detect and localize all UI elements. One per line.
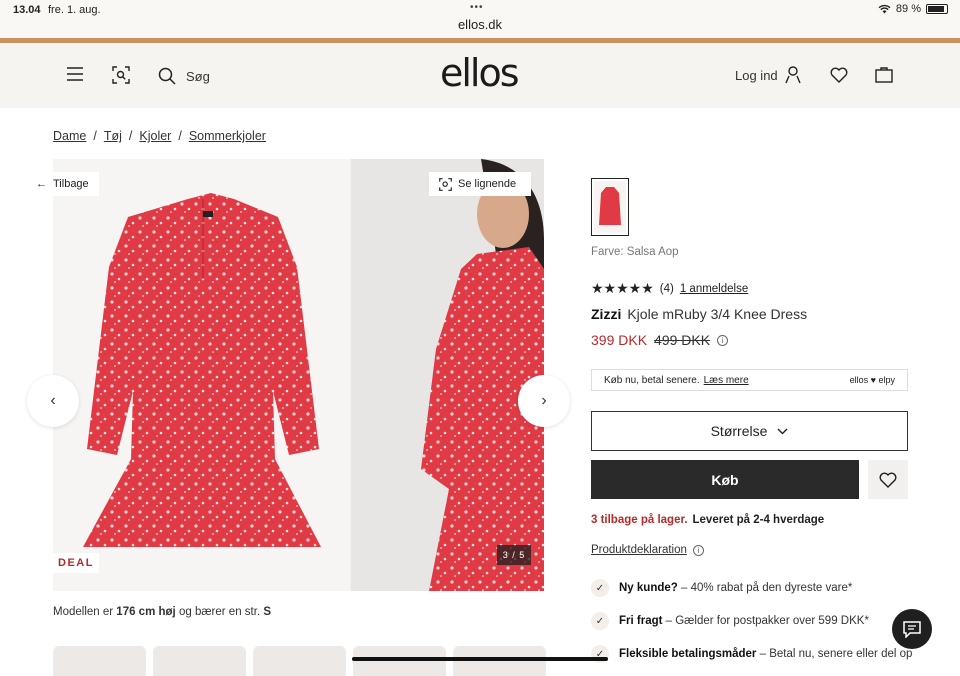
heart-icon <box>879 472 897 488</box>
site-header: Søg ellos Log ind <box>0 43 960 108</box>
check-icon: ✓ <box>591 612 609 630</box>
usp-detail: – Gælder for postpakker over 599 DKK* <box>662 615 869 627</box>
usp-detail: – Betal nu, senere eller del op <box>756 648 913 660</box>
usp-title: Fleksible betalingsmåder <box>619 648 757 660</box>
color-label: Farve: Salsa Aop <box>591 246 679 258</box>
usp-title: Ny kunde? <box>619 582 678 594</box>
rating: ★★★★★ (4) 1 anmeldelse <box>591 280 748 297</box>
rating-count: (4) <box>659 282 674 295</box>
model-note-prefix: Modellen er <box>53 606 114 618</box>
search-icon[interactable] <box>158 67 176 85</box>
breadcrumb-dame[interactable]: Dame <box>53 129 86 143</box>
see-similar-label: Se lignende <box>458 178 517 190</box>
wifi-icon <box>878 4 891 14</box>
star-rating: ★★★★★ <box>591 280 654 296</box>
model-size: S <box>263 606 272 618</box>
arrow-left-icon: ← <box>36 178 47 190</box>
thumbnail[interactable] <box>53 646 146 676</box>
product-image-model[interactable] <box>351 159 544 591</box>
image-counter: 3 / 5 <box>497 545 531 565</box>
delivery-time: Leveret på 2-4 hverdage <box>692 514 825 526</box>
model-height: 176 cm høj <box>116 606 176 618</box>
breadcrumb-separator: / <box>178 129 182 143</box>
pay-brand-logo: ellos ♥ elpy <box>849 375 895 385</box>
chat-icon <box>903 621 921 638</box>
model-note: Modellen er 176 cm høj og bærer en str. … <box>53 606 271 618</box>
current-price: 399 DKK <box>591 332 648 348</box>
battery-percent: 89 % <box>895 3 921 15</box>
battery-icon <box>926 4 948 14</box>
product-declaration-link[interactable]: Produktdeklaration <box>591 544 687 556</box>
breadcrumb-toj[interactable]: Tøj <box>104 129 122 143</box>
pay-later-box: Køb nu, betal senere. Læs mere ellos ♥ e… <box>591 369 908 391</box>
user-icon[interactable] <box>785 66 801 84</box>
reviews-link[interactable]: 1 anmeldelse <box>680 283 748 295</box>
product-gallery[interactable] <box>53 159 544 591</box>
info-icon[interactable]: i <box>692 544 704 556</box>
usp-item: ✓ Fleksible betalingsmåder – Betal nu, s… <box>591 645 912 663</box>
breadcrumb-separator: / <box>128 129 133 143</box>
product-brand[interactable]: Zizzi <box>591 306 621 322</box>
usp-text: Ny kunde? – 40% rabat på den dyreste var… <box>619 582 852 594</box>
chevron-left-icon: ‹ <box>50 392 56 409</box>
thumbnail[interactable] <box>453 646 546 676</box>
status-indicators: 89 % <box>878 3 948 15</box>
image-search-icon[interactable] <box>112 66 130 84</box>
wishlist-button[interactable] <box>868 460 908 499</box>
search-input[interactable]: Søg <box>186 69 210 84</box>
info-icon[interactable]: i <box>717 334 729 346</box>
gallery-prev-button[interactable]: ‹ <box>27 375 79 427</box>
chevron-down-icon <box>777 428 788 434</box>
check-icon: ✓ <box>591 579 609 597</box>
status-bar: 13.04 fre. 1. aug. ••• ellos.dk 89 % <box>0 0 960 38</box>
breadcrumb: Dame / Tøj / Kjoler / Sommerkjoler <box>53 129 266 143</box>
back-button[interactable]: ← Tilbage <box>28 172 99 196</box>
product-image-main[interactable] <box>53 159 350 591</box>
thumbnail[interactable] <box>153 646 246 676</box>
breadcrumb-kjoler[interactable]: Kjoler <box>139 129 171 143</box>
address-bar[interactable]: ellos.dk <box>0 17 960 32</box>
usp-item: ✓ Fri fragt – Gælder for postpakker over… <box>591 612 869 630</box>
chevron-right-icon: › <box>541 392 547 409</box>
thumbnail[interactable] <box>353 646 446 676</box>
pay-later-text: Køb nu, betal senere. <box>604 374 700 386</box>
price: 399 DKK 499 DKK i <box>591 332 729 348</box>
product-title: Zizzi Kjole mRuby 3/4 Knee Dress <box>591 306 807 322</box>
thumbnail[interactable] <box>253 646 346 676</box>
color-swatch[interactable] <box>591 178 629 236</box>
status-time: 13.04 <box>13 4 41 16</box>
image-search-icon <box>439 177 452 191</box>
stock-count: 3 tilbage på lager. <box>591 514 688 526</box>
product-name: Kjole mRuby 3/4 Knee Dress <box>627 306 808 322</box>
model-note-mid: og bærer en str. <box>178 606 261 618</box>
usp-text: Fleksible betalingsmåder – Betal nu, sen… <box>619 648 912 660</box>
status-date: fre. 1. aug. <box>48 4 101 16</box>
usp-item: ✓ Ny kunde? – 40% rabat på den dyreste v… <box>591 579 852 597</box>
size-select[interactable]: Størrelse <box>591 411 908 451</box>
deal-badge: DEAL <box>53 553 99 573</box>
usp-detail: – 40% rabat på den dyreste vare* <box>677 582 853 594</box>
usp-text: Fri fragt – Gælder for postpakker over 5… <box>619 615 869 627</box>
size-select-label: Størrelse <box>710 423 768 439</box>
breadcrumb-separator: / <box>93 129 97 143</box>
product-declaration: Produktdeklaration i <box>591 544 704 556</box>
login-link[interactable]: Log ind <box>735 68 778 83</box>
old-price: 499 DKK <box>654 332 711 348</box>
see-similar-button[interactable]: Se lignende <box>429 172 531 196</box>
read-more-link[interactable]: Læs mere <box>704 375 749 386</box>
gallery-next-button[interactable]: › <box>518 375 570 427</box>
breadcrumb-sommerkjoler[interactable]: Sommerkjoler <box>189 129 266 143</box>
home-indicator[interactable] <box>352 657 608 661</box>
ellos-logo[interactable]: ellos <box>440 51 520 95</box>
stock-status: 3 tilbage på lager. Leveret på 2-4 hverda… <box>591 514 824 526</box>
bag-icon[interactable] <box>875 66 893 83</box>
buy-button[interactable]: Køb <box>591 460 859 499</box>
usp-title: Fri fragt <box>619 615 663 627</box>
chat-button[interactable] <box>892 609 932 649</box>
back-button-label: Tilbage <box>53 178 89 190</box>
tab-dots-icon[interactable]: ••• <box>470 2 484 13</box>
thumbnail-strip <box>53 646 546 676</box>
heart-icon[interactable] <box>830 67 848 83</box>
menu-icon[interactable] <box>66 67 84 81</box>
